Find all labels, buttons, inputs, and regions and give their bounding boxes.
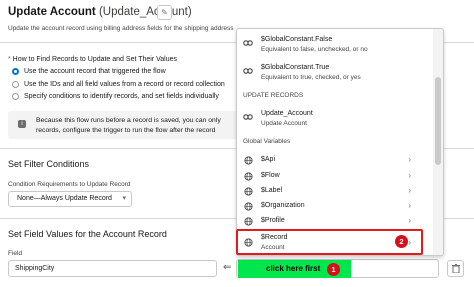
constant-icon xyxy=(243,66,253,76)
dropdown-item-profile[interactable]: $Profile › xyxy=(237,214,429,228)
condition-select[interactable]: None—Always Update Record ▾ xyxy=(8,191,132,207)
update-method-question: * How to Find Records to Update and Set … xyxy=(8,56,178,63)
element-label: Update Account xyxy=(8,6,96,18)
chevron-right-icon: › xyxy=(408,171,411,180)
arrow-left-icon: ⇐ xyxy=(223,262,232,273)
filter-section-title: Set Filter Conditions xyxy=(8,159,90,169)
dropdown-item-globalconstant-false[interactable]: $GlobalConstant.False Equivalent to fals… xyxy=(237,35,429,57)
step-badge-1: 1 xyxy=(327,263,340,276)
constant-icon xyxy=(243,38,253,48)
radio-icon xyxy=(12,81,19,88)
chevron-right-icon: › xyxy=(408,155,411,164)
dropdown-item-label[interactable]: $Label › xyxy=(237,184,429,198)
info-message: i Because this flow runs before a record… xyxy=(8,111,244,139)
scroll-thumb[interactable] xyxy=(435,77,441,165)
dropdown-scrollbar[interactable] xyxy=(433,29,443,255)
global-variables-header: Global Variables xyxy=(243,138,291,145)
chevron-right-icon: › xyxy=(408,201,411,210)
dropdown-item-globalconstant-true[interactable]: $GlobalConstant.True Equivalent to true,… xyxy=(237,63,429,85)
pencil-icon: ✎ xyxy=(161,8,168,17)
radio-option-specify-conditions[interactable]: Specify conditions to identify records, … xyxy=(12,93,219,100)
chevron-down-icon: ▾ xyxy=(122,195,126,202)
radio-option-triggering-record[interactable]: Use the account record that triggered th… xyxy=(12,68,166,75)
globe-icon xyxy=(243,155,253,165)
element-description: Update the account record using billing … xyxy=(8,25,234,32)
element-api-name: (Update_Account) xyxy=(98,6,192,18)
globe-icon xyxy=(243,186,253,196)
globe-icon xyxy=(243,171,253,181)
globe-icon xyxy=(243,216,253,226)
edit-pencil-button[interactable]: ✎ xyxy=(157,5,172,20)
resource-picker-dropdown: $GlobalConstant.False Equivalent to fals… xyxy=(236,28,444,256)
chevron-right-icon: › xyxy=(408,186,411,195)
update-records-header: UPDATE RECORDS xyxy=(243,92,304,99)
condition-label: Condition Requirements to Update Record xyxy=(8,181,131,188)
trash-icon xyxy=(451,264,460,273)
chevron-right-icon: › xyxy=(408,216,411,225)
dropdown-item-update-account[interactable]: Update_Account Update Account xyxy=(237,109,429,131)
step-badge-2: 2 xyxy=(395,235,408,248)
field-label: Field xyxy=(8,250,23,257)
record-link-icon xyxy=(243,112,253,122)
dropdown-item-organization[interactable]: $Organization › xyxy=(237,199,429,213)
flow-element-editor: Update Account (Update_Account) ✎ Update… xyxy=(0,0,474,287)
dropdown-item-flow[interactable]: $Flow › xyxy=(237,169,429,183)
radio-option-record-collection[interactable]: Use the IDs and all field values from a … xyxy=(12,81,225,88)
globe-icon xyxy=(243,201,253,211)
field-section-title: Set Field Values for the Account Record xyxy=(8,229,167,239)
info-icon: i xyxy=(18,120,26,128)
delete-button[interactable] xyxy=(447,260,464,277)
radio-icon xyxy=(12,93,19,100)
radio-selected-icon xyxy=(12,68,19,75)
field-input[interactable]: ShippingCity xyxy=(8,260,217,277)
info-text: Because this flow runs before a record i… xyxy=(36,117,221,134)
dropdown-item-api[interactable]: $Api › xyxy=(237,153,429,167)
